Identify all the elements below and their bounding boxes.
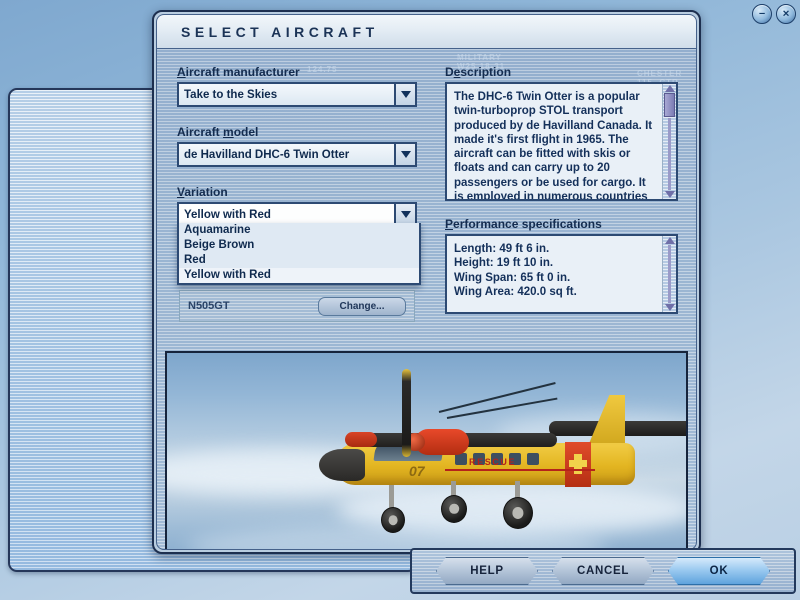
- rescue-marking: RESCUE: [469, 457, 517, 467]
- list-item[interactable]: Red: [179, 253, 419, 268]
- manufacturer-value[interactable]: Take to the Skies: [179, 84, 394, 105]
- description-box: The DHC-6 Twin Otter is a popular twin-t…: [445, 82, 678, 201]
- description-label-text: scription: [460, 65, 512, 79]
- spec-wing-area: Wing Area: 420.0 sq ft.: [454, 285, 577, 298]
- variation-label-text: ariation: [184, 185, 228, 199]
- scrollbar-thumb[interactable]: [664, 93, 675, 117]
- model-label-accel: m: [223, 125, 234, 139]
- dialog-body: MILITARY W25 18-31 CHESTER 115 CTR 124.7…: [156, 48, 697, 550]
- select-aircraft-dialog: SELECT AIRCRAFT MILITARY W25 18-31 CHEST…: [152, 10, 701, 554]
- obscured-registration-panel: N505GT Change...: [179, 290, 415, 322]
- scroll-down-icon[interactable]: [664, 191, 675, 198]
- model-value[interactable]: de Havilland DHC-6 Twin Otter: [179, 144, 394, 165]
- scroll-up-icon[interactable]: [664, 237, 675, 244]
- chevron-down-icon[interactable]: [394, 144, 415, 165]
- performance-label-text: erformance specifications: [453, 217, 602, 231]
- dialog-title: SELECT AIRCRAFT: [181, 24, 379, 40]
- model-label: Aircraft model: [177, 125, 417, 139]
- manufacturer-label-accel: A: [177, 65, 186, 79]
- performance-box: Length: 49 ft 6 in. Height: 19 ft 10 in.…: [445, 234, 678, 314]
- manufacturer-label: Aircraft manufacturer: [177, 65, 417, 79]
- obscured-change-button[interactable]: Change...: [318, 296, 406, 316]
- description-scrollbar[interactable]: [662, 84, 676, 199]
- spec-height: Height: 19 ft 10 in.: [454, 257, 554, 270]
- cancel-button[interactable]: CANCEL: [552, 557, 654, 585]
- scrollbar-track[interactable]: [668, 118, 671, 190]
- spec-length: Length: 49 ft 6 in.: [454, 243, 550, 255]
- help-button[interactable]: HELP: [436, 557, 538, 585]
- performance-scrollbar[interactable]: [662, 236, 676, 312]
- performance-label: Performance specifications: [445, 217, 678, 231]
- dialog-button-bar: HELP CANCEL OK: [410, 548, 796, 594]
- obscured-registration-text: N505GT: [188, 300, 230, 312]
- close-icon[interactable]: [776, 4, 796, 24]
- performance-specs: Length: 49 ft 6 in. Height: 19 ft 10 in.…: [447, 236, 662, 312]
- dialog-titlebar: SELECT AIRCRAFT: [156, 14, 697, 49]
- variation-dropdown-list[interactable]: Aquamarine Beige Brown Red Yellow with R…: [177, 223, 421, 285]
- window-controls: [752, 4, 796, 24]
- list-item[interactable]: Aquamarine: [179, 223, 419, 238]
- variation-label: Variation: [177, 185, 417, 199]
- list-item-selected[interactable]: Yellow with Red: [179, 268, 419, 283]
- ok-button[interactable]: OK: [668, 557, 770, 585]
- scroll-up-icon[interactable]: [664, 85, 675, 92]
- spec-wing-span: Wing Span: 65 ft 0 in.: [454, 271, 571, 284]
- minimize-icon[interactable]: [752, 4, 772, 24]
- description-label-pre: D: [445, 65, 454, 79]
- description-text: The DHC-6 Twin Otter is a popular twin-t…: [454, 91, 653, 201]
- description-label: Description: [445, 65, 678, 79]
- manufacturer-label-text: ircraft manufacturer: [185, 65, 300, 79]
- list-item[interactable]: Beige Brown: [179, 238, 419, 253]
- tail-number-marking: 07: [409, 463, 425, 479]
- model-combobox[interactable]: de Havilland DHC-6 Twin Otter: [177, 142, 417, 167]
- aircraft-preview: RESCUE 07: [165, 351, 688, 549]
- chevron-down-icon[interactable]: [394, 84, 415, 105]
- performance-label-accel: P: [445, 217, 454, 231]
- model-label-pre: Aircraft: [177, 125, 224, 139]
- scrollbar-track[interactable]: [668, 245, 671, 303]
- scroll-down-icon[interactable]: [664, 304, 675, 311]
- chevron-down-icon[interactable]: [394, 204, 415, 225]
- variation-value[interactable]: Yellow with Red: [179, 204, 394, 225]
- manufacturer-combobox[interactable]: Take to the Skies: [177, 82, 417, 107]
- model-label-text: odel: [233, 125, 259, 139]
- aircraft-model-render: RESCUE 07: [297, 369, 686, 546]
